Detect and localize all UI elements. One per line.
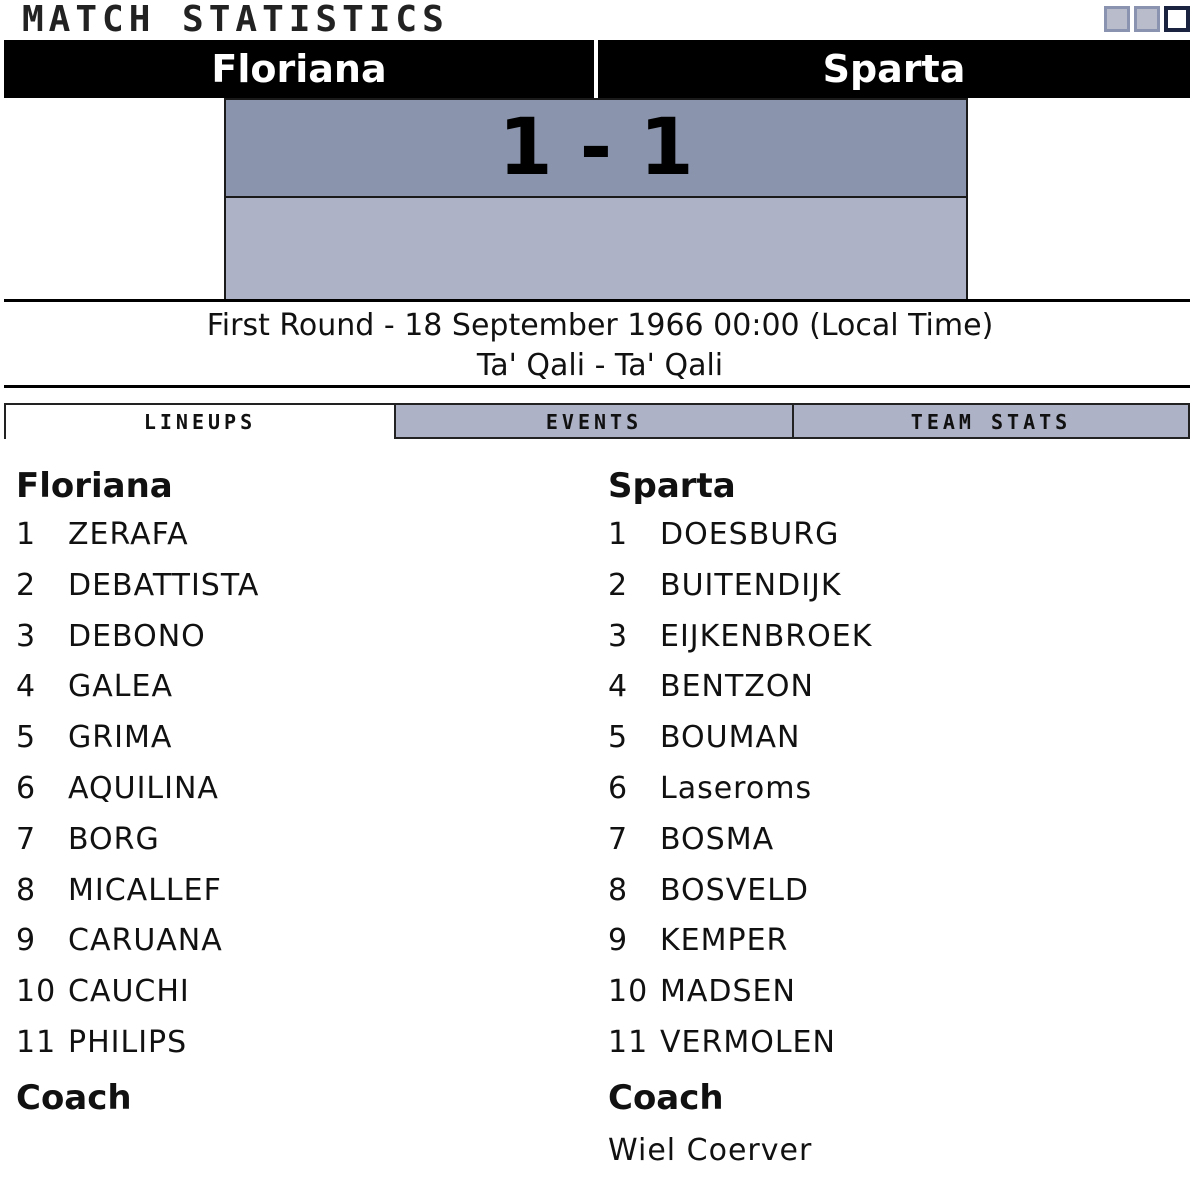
tab-lineups[interactable]: LINEUPS	[4, 403, 396, 439]
home-lineup-team: Floriana	[16, 466, 173, 506]
player-number: 11	[608, 1024, 649, 1060]
player-row: 2 DEBATTISTA	[16, 561, 576, 612]
player-row: 9 KEMPER	[608, 916, 1168, 967]
match-round-date: First Round - 18 September 1966 00:00 (L…	[206, 308, 994, 343]
player-row: 4 GALEA	[16, 662, 576, 713]
score-display: 1 - 1	[224, 98, 968, 198]
player-number: 2	[16, 567, 37, 603]
player-row: 8 MICALLEF	[16, 866, 576, 917]
player-name: BOSVELD	[660, 872, 810, 908]
player-number: 9	[608, 923, 629, 959]
player-name: BENTZON	[660, 669, 814, 705]
player-number: 9	[16, 923, 37, 959]
divider-bottom	[4, 385, 1190, 388]
player-name: ZERAFA	[68, 517, 189, 552]
player-name: MADSEN	[660, 974, 796, 1010]
home-lineup: Floriana 1 ZERAFA 2 DEBATTISTA 3 DEBONO 4 GA…	[16, 462, 576, 1177]
player-row: 6 AQUILINA	[16, 764, 576, 815]
player-row: 1 ZERAFA	[16, 510, 576, 561]
player-number: 2	[608, 567, 629, 603]
player-row: 8 BOSVELD	[608, 866, 1168, 917]
player-name: DEBATTISTA	[68, 567, 260, 603]
player-name: BUITENDIJK	[660, 567, 842, 603]
player-row: 10 MADSEN	[608, 967, 1168, 1018]
player-name: DOESBURG	[660, 517, 840, 552]
player-name: AQUILINA	[68, 770, 219, 806]
page-title: MATCH STATISTICS	[22, 0, 449, 40]
player-row: 5 GRIMA	[16, 713, 576, 764]
player-number: 6	[608, 770, 629, 806]
player-row: 10 CAUCHI	[16, 967, 576, 1018]
player-row: 7 BORG	[16, 815, 576, 866]
tab-bar: LINEUPS EVENTS TEAM STATS	[4, 403, 1190, 439]
view-toggle-3-icon[interactable]	[1164, 6, 1190, 32]
player-name: MICALLEF	[68, 872, 222, 908]
player-name: Laseroms	[660, 770, 813, 806]
player-number: 4	[16, 669, 37, 705]
player-name: PHILIPS	[68, 1024, 188, 1060]
player-number: 10	[16, 974, 57, 1010]
score-details-panel	[224, 198, 968, 302]
player-row: 3 EIJKENBROEK	[608, 612, 1168, 663]
player-row: 5 BOUMAN	[608, 713, 1168, 764]
player-number: 11	[16, 1024, 57, 1060]
player-row: 9 CARUANA	[16, 916, 576, 967]
home-team-name: Floriana	[4, 40, 594, 98]
player-row: 2 BUITENDIJK	[608, 561, 1168, 612]
away-lineup: Sparta 1 DOESBURG 2 BUITENDIJK 3 EIJKENBROE…	[608, 462, 1168, 1177]
player-number: 5	[608, 720, 629, 756]
player-row: 1 DOESBURG	[608, 510, 1168, 561]
player-name: CAUCHI	[68, 974, 190, 1010]
view-toggle-group	[1104, 6, 1190, 32]
player-name: KEMPER	[660, 923, 789, 959]
away-coach-name: Wiel Coerver	[608, 1132, 813, 1168]
player-number: 7	[16, 821, 37, 857]
player-row: 6 Laseroms	[608, 764, 1168, 815]
player-number: 8	[16, 872, 37, 908]
player-number: 1	[608, 517, 629, 552]
view-toggle-2-icon[interactable]	[1134, 6, 1160, 32]
player-name: BOSMA	[660, 821, 775, 857]
tab-team-stats[interactable]: TEAM STATS	[794, 403, 1190, 439]
home-coach-heading: Coach	[16, 1077, 132, 1118]
player-row: 11 PHILIPS	[16, 1018, 576, 1069]
player-row: 4 BENTZON	[608, 662, 1168, 713]
away-coach-heading: Coach	[608, 1077, 724, 1118]
home-coach-name	[16, 1125, 576, 1177]
player-number: 5	[16, 720, 37, 756]
player-row: 7 BOSMA	[608, 815, 1168, 866]
match-venue: Ta' Qali - Ta' Qali	[476, 348, 724, 383]
tab-events[interactable]: EVENTS	[396, 403, 794, 439]
divider-top	[4, 299, 1190, 302]
player-name: DEBONO	[68, 618, 206, 654]
away-lineup-team: Sparta	[608, 466, 736, 506]
away-team-name: Sparta	[598, 40, 1190, 98]
player-number: 8	[608, 872, 629, 908]
player-number: 6	[16, 770, 37, 806]
player-number: 7	[608, 821, 629, 857]
player-name: VERMOLEN	[660, 1024, 836, 1060]
player-name: GRIMA	[68, 720, 173, 756]
player-name: EIJKENBROEK	[660, 618, 873, 654]
player-name: BORG	[68, 821, 160, 857]
player-name: CARUANA	[68, 923, 223, 959]
player-row: 11 VERMOLEN	[608, 1018, 1168, 1069]
player-number: 1	[16, 517, 37, 552]
player-number: 10	[608, 974, 649, 1010]
view-toggle-1-icon[interactable]	[1104, 6, 1130, 32]
player-number: 3	[16, 618, 37, 654]
player-row: 3 DEBONO	[16, 612, 576, 663]
player-number: 3	[608, 618, 629, 654]
player-name: GALEA	[68, 669, 173, 705]
player-number: 4	[608, 669, 629, 705]
player-name: BOUMAN	[660, 720, 801, 756]
